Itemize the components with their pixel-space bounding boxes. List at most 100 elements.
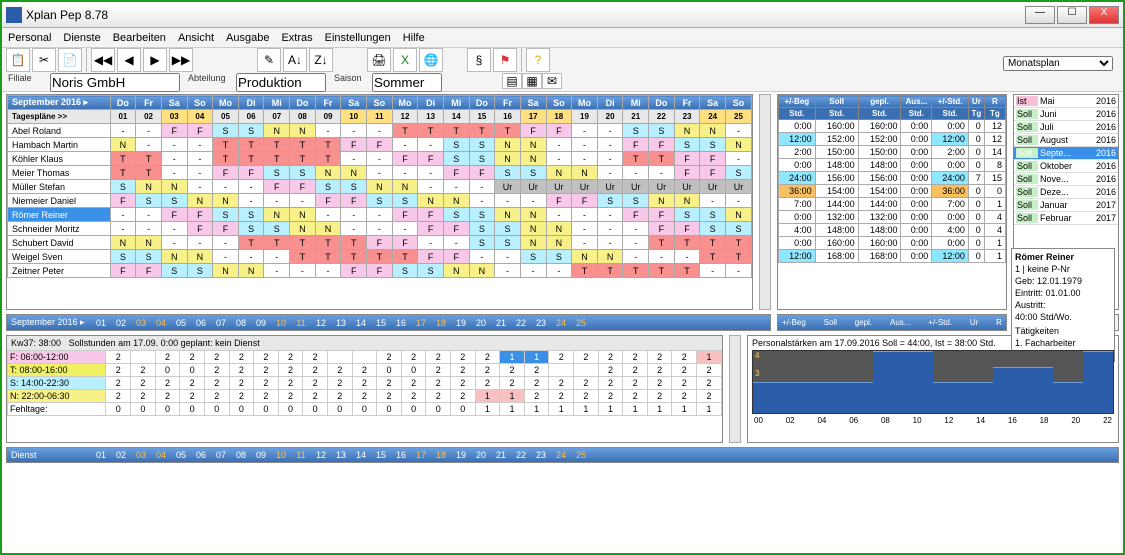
count-cell[interactable]: 2 xyxy=(204,364,229,377)
shift-cell[interactable]: - xyxy=(725,124,751,138)
count-cell[interactable]: 2 xyxy=(574,390,599,403)
count-cell[interactable]: 2 xyxy=(475,377,500,390)
shift-cell[interactable]: - xyxy=(161,236,187,250)
summary-cell[interactable]: 7:00 xyxy=(932,198,969,211)
shift-cell[interactable]: F xyxy=(674,166,700,180)
employee-name[interactable]: Römer Reiner xyxy=(8,208,111,222)
count-cell[interactable]: 2 xyxy=(598,377,623,390)
shift-cell[interactable]: S xyxy=(700,138,726,152)
summary-cell[interactable]: 152:00 xyxy=(815,133,858,146)
summary-cell[interactable]: 148:00 xyxy=(858,224,901,237)
menu-einstellungen[interactable]: Einstellungen xyxy=(325,32,391,44)
month-item[interactable]: SollOktober2016 xyxy=(1014,160,1118,173)
shift-cell[interactable]: - xyxy=(161,152,187,166)
count-cell[interactable]: 2 xyxy=(598,364,623,377)
shift-cell[interactable]: S xyxy=(161,264,187,278)
prev-icon[interactable]: ◀ xyxy=(117,48,141,72)
count-cell[interactable]: 2 xyxy=(278,351,303,364)
month-item[interactable]: SollNove...2016 xyxy=(1014,173,1118,186)
shift-cell[interactable]: - xyxy=(572,208,598,222)
shift-cell[interactable]: - xyxy=(418,236,444,250)
shift-cell[interactable]: S xyxy=(546,250,572,264)
shift-cell[interactable]: S xyxy=(315,180,341,194)
count-cell[interactable]: 2 xyxy=(647,377,672,390)
shift-cell[interactable]: - xyxy=(700,264,726,278)
count-cell[interactable]: 2 xyxy=(524,377,549,390)
summary-cell[interactable]: 0:00 xyxy=(901,250,932,263)
count-cell[interactable]: 0 xyxy=(401,364,426,377)
count-cell[interactable]: 1 xyxy=(475,403,500,416)
shift-cell[interactable]: S xyxy=(520,250,546,264)
shift-cell[interactable]: F xyxy=(700,166,726,180)
menu-extras[interactable]: Extras xyxy=(281,32,312,44)
shift-cell[interactable]: N xyxy=(238,264,264,278)
month-header[interactable]: September 2016 ▸ xyxy=(8,96,111,110)
filiale-input[interactable] xyxy=(50,73,180,92)
count-cell[interactable]: 2 xyxy=(106,364,131,377)
shift-cell[interactable]: T xyxy=(674,236,700,250)
summary-cell[interactable]: 0:00 xyxy=(901,198,932,211)
count-cell[interactable]: 2 xyxy=(401,377,426,390)
view-bars-icon[interactable]: ▤ xyxy=(502,73,522,89)
shift-cell[interactable]: T xyxy=(264,152,290,166)
summary-cell[interactable]: 0 xyxy=(968,211,984,224)
shift-cell[interactable]: T xyxy=(418,124,444,138)
summary-cell[interactable]: 0:00 xyxy=(901,133,932,146)
shift-cell[interactable]: N xyxy=(469,264,495,278)
summary-cell[interactable]: 0:00 xyxy=(932,159,969,172)
shift-cell[interactable]: S xyxy=(469,138,495,152)
shift-cell[interactable]: N xyxy=(213,264,239,278)
shift-cell[interactable]: - xyxy=(520,194,546,208)
summary-cell[interactable]: 132:00 xyxy=(858,211,901,224)
shift-cell[interactable]: - xyxy=(392,138,418,152)
summary-cell[interactable]: 2:00 xyxy=(779,146,816,159)
count-cell[interactable]: 1 xyxy=(574,403,599,416)
shift-cell[interactable]: F xyxy=(546,194,572,208)
shift-cell[interactable]: - xyxy=(700,194,726,208)
count-cell[interactable]: 2 xyxy=(401,351,426,364)
shift-cell[interactable]: N xyxy=(136,236,162,250)
count-cell[interactable]: 2 xyxy=(204,390,229,403)
count-cell[interactable]: 2 xyxy=(180,390,205,403)
summary-cell[interactable]: 1 xyxy=(984,250,1005,263)
count-cell[interactable]: 2 xyxy=(131,377,156,390)
count-cell[interactable]: 2 xyxy=(106,390,131,403)
minimize-button[interactable]: — xyxy=(1025,6,1055,24)
summary-cell[interactable]: 12:00 xyxy=(779,250,816,263)
count-cell[interactable]: 2 xyxy=(647,351,672,364)
shift-cell[interactable]: T xyxy=(392,250,418,264)
count-cell[interactable]: 0 xyxy=(303,403,328,416)
shift-cell[interactable]: - xyxy=(367,208,393,222)
shift-cell[interactable]: N xyxy=(264,208,290,222)
count-cell[interactable]: 2 xyxy=(672,377,697,390)
count-cell[interactable]: 2 xyxy=(451,351,476,364)
shift-cell[interactable]: S xyxy=(238,124,264,138)
shift-cell[interactable]: - xyxy=(136,208,162,222)
shift-cell[interactable]: T xyxy=(495,124,521,138)
count-cell[interactable]: 2 xyxy=(278,390,303,403)
shift-cell[interactable]: - xyxy=(213,250,239,264)
summary-cell[interactable]: 0:00 xyxy=(901,159,932,172)
count-cell[interactable]: 2 xyxy=(426,351,451,364)
shift-cell[interactable]: - xyxy=(315,264,341,278)
shift-cell[interactable]: F xyxy=(367,236,393,250)
summary-cell[interactable]: 150:00 xyxy=(815,146,858,159)
shift-cell[interactable]: S xyxy=(623,194,649,208)
count-cell[interactable]: 2 xyxy=(254,351,279,364)
shift-cell[interactable]: S xyxy=(469,222,495,236)
shift-cell[interactable]: - xyxy=(495,250,521,264)
shift-cell[interactable]: - xyxy=(597,152,623,166)
summary-cell[interactable]: 4 xyxy=(984,211,1005,224)
month-item[interactable]: SollFebruar2017 xyxy=(1014,212,1118,225)
shift-cell[interactable]: T xyxy=(700,250,726,264)
tagesplaene-label[interactable]: Tagespläne >> xyxy=(8,110,111,124)
summary-cell[interactable]: 0 xyxy=(968,237,984,250)
shift-cell[interactable]: F xyxy=(418,222,444,236)
employee-name[interactable]: Abel Roland xyxy=(8,124,111,138)
summary-cell[interactable]: 4 xyxy=(984,224,1005,237)
count-cell[interactable]: 0 xyxy=(278,403,303,416)
shift-cell[interactable]: F xyxy=(341,264,367,278)
shift-cell[interactable]: T xyxy=(469,124,495,138)
shift-cell[interactable]: - xyxy=(315,208,341,222)
shift-cell[interactable]: T xyxy=(238,152,264,166)
